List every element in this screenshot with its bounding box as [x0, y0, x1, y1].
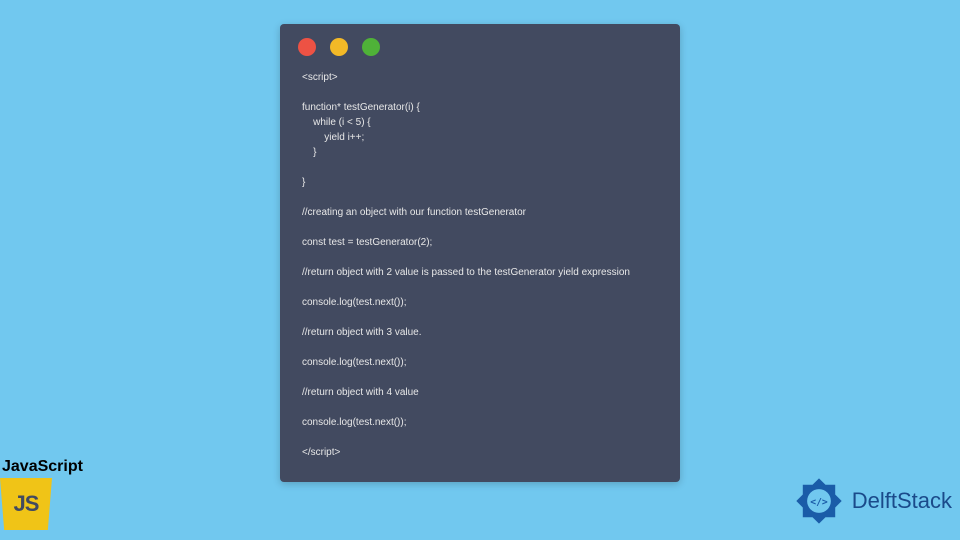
javascript-label: JavaScript — [2, 458, 83, 476]
javascript-shield-icon: JS — [0, 478, 52, 530]
delftstack-brand: </> DelftStack — [792, 474, 952, 528]
code-window: <script> function* testGenerator(i) { wh… — [280, 24, 680, 482]
javascript-badge: JavaScript JS — [0, 458, 83, 530]
code-content: <script> function* testGenerator(i) { wh… — [280, 66, 680, 466]
delftstack-brand-text: DelftStack — [852, 488, 952, 514]
traffic-dot-yellow — [330, 38, 348, 56]
traffic-lights — [280, 24, 680, 66]
svg-text:</>: </> — [810, 497, 828, 508]
delftstack-logo-icon: </> — [792, 474, 846, 528]
javascript-logo-text: JS — [6, 484, 46, 524]
traffic-dot-red — [298, 38, 316, 56]
traffic-dot-green — [362, 38, 380, 56]
